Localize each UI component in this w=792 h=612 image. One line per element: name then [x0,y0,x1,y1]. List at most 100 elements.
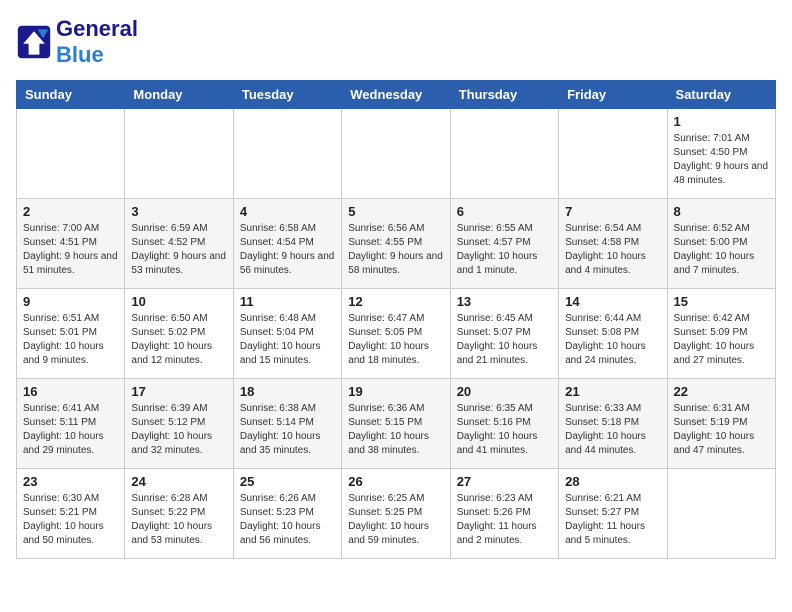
calendar-cell: 26 Sunrise: 6:25 AM Sunset: 5:25 PM Dayli… [342,469,450,559]
calendar-cell [17,109,125,199]
calendar-week-row: 1 Sunrise: 7:01 AM Sunset: 4:50 PM Daylig… [17,109,776,199]
calendar-week-row: 16 Sunrise: 6:41 AM Sunset: 5:11 PM Dayli… [17,379,776,469]
day-info: Sunrise: 7:01 AM Sunset: 4:50 PM Dayligh… [674,132,769,188]
page-header: General Blue [16,16,776,68]
day-info: Sunrise: 6:51 AM Sunset: 5:01 PM Dayligh… [23,312,118,368]
day-info: Sunrise: 6:31 AM Sunset: 5:19 PM Dayligh… [674,402,769,458]
calendar-cell: 15 Sunrise: 6:42 AM Sunset: 5:09 PM Dayli… [667,289,775,379]
calendar-cell: 20 Sunrise: 6:35 AM Sunset: 5:16 PM Dayli… [450,379,558,469]
calendar-cell [667,469,775,559]
calendar-cell: 11 Sunrise: 6:48 AM Sunset: 5:04 PM Dayli… [233,289,341,379]
calendar-cell: 19 Sunrise: 6:36 AM Sunset: 5:15 PM Dayli… [342,379,450,469]
day-number: 26 [348,474,443,489]
calendar-cell [342,109,450,199]
calendar-cell: 24 Sunrise: 6:28 AM Sunset: 5:22 PM Dayli… [125,469,233,559]
day-info: Sunrise: 7:00 AM Sunset: 4:51 PM Dayligh… [23,222,118,278]
calendar-cell: 16 Sunrise: 6:41 AM Sunset: 5:11 PM Dayli… [17,379,125,469]
day-number: 11 [240,294,335,309]
calendar-cell: 2 Sunrise: 7:00 AM Sunset: 4:51 PM Daylig… [17,199,125,289]
calendar-cell: 27 Sunrise: 6:23 AM Sunset: 5:26 PM Dayli… [450,469,558,559]
day-number: 3 [131,204,226,219]
day-number: 10 [131,294,226,309]
calendar-cell: 25 Sunrise: 6:26 AM Sunset: 5:23 PM Dayli… [233,469,341,559]
day-info: Sunrise: 6:33 AM Sunset: 5:18 PM Dayligh… [565,402,660,458]
day-number: 25 [240,474,335,489]
calendar-cell: 23 Sunrise: 6:30 AM Sunset: 5:21 PM Dayli… [17,469,125,559]
day-number: 16 [23,384,118,399]
day-info: Sunrise: 6:48 AM Sunset: 5:04 PM Dayligh… [240,312,335,368]
day-number: 1 [674,114,769,129]
day-number: 19 [348,384,443,399]
column-header-sunday: Sunday [17,81,125,109]
column-header-monday: Monday [125,81,233,109]
day-info: Sunrise: 6:35 AM Sunset: 5:16 PM Dayligh… [457,402,552,458]
calendar-cell: 5 Sunrise: 6:56 AM Sunset: 4:55 PM Daylig… [342,199,450,289]
calendar-cell: 7Sunrise: 6:54 AM Sunset: 4:58 PM Daylig… [559,199,667,289]
logo: General Blue [16,16,138,68]
calendar-cell: 28 Sunrise: 6:21 AM Sunset: 5:27 PM Dayli… [559,469,667,559]
day-info: Sunrise: 6:42 AM Sunset: 5:09 PM Dayligh… [674,312,769,368]
calendar-week-row: 9 Sunrise: 6:51 AM Sunset: 5:01 PM Daylig… [17,289,776,379]
column-header-wednesday: Wednesday [342,81,450,109]
day-info: Sunrise: 6:38 AM Sunset: 5:14 PM Dayligh… [240,402,335,458]
day-number: 8 [674,204,769,219]
calendar-week-row: 2 Sunrise: 7:00 AM Sunset: 4:51 PM Daylig… [17,199,776,289]
calendar-week-row: 23 Sunrise: 6:30 AM Sunset: 5:21 PM Dayli… [17,469,776,559]
day-number: 24 [131,474,226,489]
calendar-cell: 8 Sunrise: 6:52 AM Sunset: 5:00 PM Daylig… [667,199,775,289]
day-number: 28 [565,474,660,489]
day-number: 15 [674,294,769,309]
logo-text: General Blue [56,16,138,68]
calendar-cell: 10 Sunrise: 6:50 AM Sunset: 5:02 PM Dayli… [125,289,233,379]
calendar-cell: 18Sunrise: 6:38 AM Sunset: 5:14 PM Dayli… [233,379,341,469]
day-number: 2 [23,204,118,219]
calendar-cell: 3 Sunrise: 6:59 AM Sunset: 4:52 PM Daylig… [125,199,233,289]
day-number: 6 [457,204,552,219]
column-header-thursday: Thursday [450,81,558,109]
day-number: 22 [674,384,769,399]
day-info: Sunrise: 6:21 AM Sunset: 5:27 PM Dayligh… [565,492,660,548]
calendar-cell: 1 Sunrise: 7:01 AM Sunset: 4:50 PM Daylig… [667,109,775,199]
day-number: 21 [565,384,660,399]
day-info: Sunrise: 6:58 AM Sunset: 4:54 PM Dayligh… [240,222,335,278]
calendar-cell: 14 Sunrise: 6:44 AM Sunset: 5:08 PM Dayli… [559,289,667,379]
day-info: Sunrise: 6:39 AM Sunset: 5:12 PM Dayligh… [131,402,226,458]
day-info: Sunrise: 6:41 AM Sunset: 5:11 PM Dayligh… [23,402,118,458]
day-info: Sunrise: 6:23 AM Sunset: 5:26 PM Dayligh… [457,492,552,548]
calendar-cell [233,109,341,199]
day-number: 12 [348,294,443,309]
calendar-header-row: SundayMondayTuesdayWednesdayThursdayFrid… [17,81,776,109]
calendar-cell: 9 Sunrise: 6:51 AM Sunset: 5:01 PM Daylig… [17,289,125,379]
day-info: Sunrise: 6:30 AM Sunset: 5:21 PM Dayligh… [23,492,118,548]
day-number: 20 [457,384,552,399]
day-number: 27 [457,474,552,489]
day-info: Sunrise: 6:36 AM Sunset: 5:15 PM Dayligh… [348,402,443,458]
day-info: Sunrise: 6:28 AM Sunset: 5:22 PM Dayligh… [131,492,226,548]
calendar-cell [125,109,233,199]
calendar-cell: 12 Sunrise: 6:47 AM Sunset: 5:05 PM Dayli… [342,289,450,379]
day-info: Sunrise: 6:54 AM Sunset: 4:58 PM Dayligh… [565,222,660,278]
day-number: 17 [131,384,226,399]
day-number: 9 [23,294,118,309]
day-info: Sunrise: 6:47 AM Sunset: 5:05 PM Dayligh… [348,312,443,368]
day-number: 4 [240,204,335,219]
calendar-cell [559,109,667,199]
day-info: Sunrise: 6:59 AM Sunset: 4:52 PM Dayligh… [131,222,226,278]
calendar-cell: 6Sunrise: 6:55 AM Sunset: 4:57 PM Daylig… [450,199,558,289]
day-number: 23 [23,474,118,489]
day-number: 5 [348,204,443,219]
day-info: Sunrise: 6:50 AM Sunset: 5:02 PM Dayligh… [131,312,226,368]
day-number: 14 [565,294,660,309]
day-info: Sunrise: 6:26 AM Sunset: 5:23 PM Dayligh… [240,492,335,548]
column-header-friday: Friday [559,81,667,109]
calendar-table: SundayMondayTuesdayWednesdayThursdayFrid… [16,80,776,559]
logo-icon [16,24,52,60]
day-info: Sunrise: 6:25 AM Sunset: 5:25 PM Dayligh… [348,492,443,548]
day-info: Sunrise: 6:44 AM Sunset: 5:08 PM Dayligh… [565,312,660,368]
calendar-cell: 17 Sunrise: 6:39 AM Sunset: 5:12 PM Dayli… [125,379,233,469]
calendar-cell: 4 Sunrise: 6:58 AM Sunset: 4:54 PM Daylig… [233,199,341,289]
column-header-saturday: Saturday [667,81,775,109]
day-info: Sunrise: 6:52 AM Sunset: 5:00 PM Dayligh… [674,222,769,278]
calendar-cell: 13Sunrise: 6:45 AM Sunset: 5:07 PM Dayli… [450,289,558,379]
day-info: Sunrise: 6:56 AM Sunset: 4:55 PM Dayligh… [348,222,443,278]
